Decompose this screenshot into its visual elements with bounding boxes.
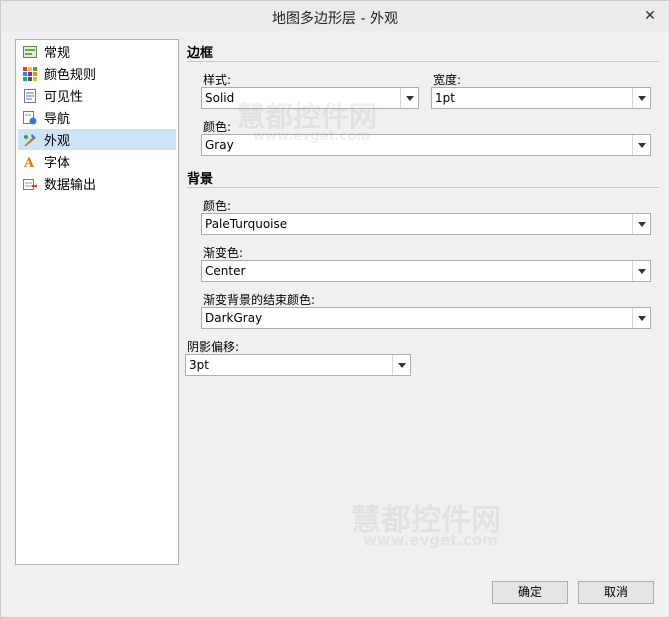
- cancel-button[interactable]: 取消: [578, 581, 654, 604]
- nav-label: 外观: [44, 134, 71, 149]
- nav-item-color-rules[interactable]: 颜色规则: [18, 63, 176, 84]
- title-bar[interactable]: 地图多边形层 - 外观 ✕: [1, 1, 669, 31]
- chevron-down-icon[interactable]: [392, 355, 410, 375]
- chevron-down-icon[interactable]: [632, 308, 650, 328]
- svg-text:A: A: [23, 156, 35, 169]
- border-section-title: 边框: [187, 46, 214, 61]
- gradient-end-value: DarkGray: [205, 311, 263, 325]
- shadow-offset-value: 3pt: [189, 358, 209, 372]
- border-width-label: 宽度:: [433, 73, 462, 87]
- divider: [187, 187, 659, 188]
- appearance-icon: [22, 132, 38, 148]
- chevron-down-icon[interactable]: [632, 261, 650, 281]
- nav-item-data-output[interactable]: 数据输出: [18, 173, 176, 194]
- category-list: 常规 颜色规则 可见性 导航 外观 A 字体 数据输出: [15, 39, 179, 565]
- close-button[interactable]: ✕: [639, 7, 661, 25]
- navigation-icon: [22, 110, 38, 126]
- nav-item-visibility[interactable]: 可见性: [18, 85, 176, 106]
- gradient-value: Center: [205, 264, 246, 278]
- background-section-title: 背景: [187, 172, 214, 187]
- divider: [187, 61, 659, 62]
- border-color-value: Gray: [205, 138, 234, 152]
- border-width-value: 1pt: [435, 91, 455, 105]
- color-rules-icon: [22, 66, 38, 82]
- watermark-url: www.evget.com: [253, 129, 370, 144]
- background-color-select[interactable]: PaleTurquoise: [201, 213, 651, 235]
- dialog-window: 地图多边形层 - 外观 ✕ 常规 颜色规则 可见性 导航 外观 A 字体 数据输…: [0, 0, 670, 618]
- nav-label: 导航: [44, 112, 71, 127]
- nav-label: 常规: [44, 46, 71, 61]
- nav-item-appearance[interactable]: 外观: [18, 129, 176, 150]
- font-icon: A: [22, 154, 38, 170]
- gradient-end-select[interactable]: DarkGray: [201, 307, 651, 329]
- border-color-label: 颜色:: [203, 120, 232, 134]
- nav-label: 可见性: [44, 90, 84, 105]
- window-title: 地图多边形层 - 外观: [272, 11, 398, 27]
- nav-item-navigation[interactable]: 导航: [18, 107, 176, 128]
- general-icon: [22, 44, 38, 60]
- chevron-down-icon[interactable]: [632, 214, 650, 234]
- watermark-url: www.evget.com: [363, 531, 498, 549]
- nav-item-font[interactable]: A 字体: [18, 151, 176, 172]
- chevron-down-icon[interactable]: [632, 88, 650, 108]
- shadow-offset-select[interactable]: 3pt: [185, 354, 411, 376]
- ok-button[interactable]: 确定: [492, 581, 568, 604]
- nav-item-general[interactable]: 常规: [18, 41, 176, 62]
- background-color-value: PaleTurquoise: [205, 217, 288, 231]
- nav-label: 数据输出: [44, 178, 97, 193]
- gradient-label: 渐变色:: [203, 246, 244, 260]
- border-width-select[interactable]: 1pt: [431, 87, 651, 109]
- gradient-select[interactable]: Center: [201, 260, 651, 282]
- chevron-down-icon[interactable]: [632, 135, 650, 155]
- gradient-end-label: 渐变背景的结束颜色:: [203, 293, 316, 307]
- border-style-value: Solid: [205, 91, 235, 105]
- nav-label: 字体: [44, 156, 71, 171]
- background-color-label: 颜色:: [203, 199, 232, 213]
- shadow-offset-label: 阴影偏移:: [187, 340, 240, 354]
- nav-label: 颜色规则: [44, 68, 97, 83]
- visibility-icon: [22, 88, 38, 104]
- data-output-icon: [22, 176, 38, 192]
- border-style-label: 样式:: [203, 73, 232, 87]
- chevron-down-icon[interactable]: [400, 88, 418, 108]
